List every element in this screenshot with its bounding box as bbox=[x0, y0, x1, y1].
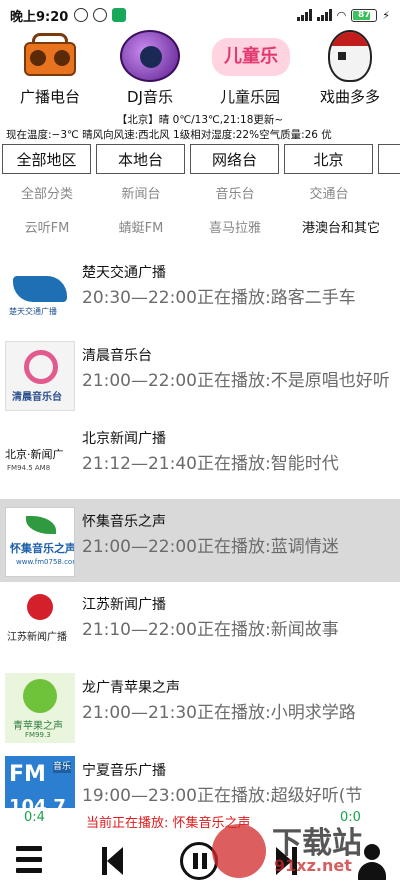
charging-icon: ⚡ bbox=[382, 8, 390, 22]
station-program: 19:00—23:00正在播放:超级好听(节 bbox=[82, 786, 363, 806]
station-logo: FM 音乐 104.7 bbox=[5, 756, 75, 808]
filter-traffic[interactable]: 交通台 bbox=[282, 179, 376, 211]
category-dj[interactable]: DJ音乐 bbox=[100, 30, 200, 108]
filter-news[interactable]: 新闻台 bbox=[94, 179, 188, 211]
player-controls bbox=[0, 832, 400, 888]
station-logo: 青苹果之声 FM99.3 bbox=[5, 673, 75, 743]
weather-summary: 【北京】晴 0℃/13℃,21:18更新~ bbox=[116, 114, 284, 126]
region-more-button[interactable] bbox=[378, 144, 400, 174]
station-name: 北京新闻广播 bbox=[82, 431, 166, 447]
signal-icon bbox=[296, 9, 312, 21]
station-name: 宁夏音乐广播 bbox=[82, 763, 166, 779]
user-icon[interactable] bbox=[350, 838, 394, 882]
category-label: 戏曲多多 bbox=[319, 88, 380, 106]
station-name: 清晨音乐台 bbox=[82, 348, 152, 364]
filter-hk-macau-tw[interactable]: 港澳台和其它 bbox=[282, 213, 400, 245]
category-kids[interactable]: 儿童乐 儿童乐园 bbox=[200, 30, 300, 108]
weather-detail: 现在温度:−3℃ 晴风向风速:西北风 1级相对湿度:22%空气质量:26 优 bbox=[6, 129, 332, 141]
region-online-button[interactable]: 网络台 bbox=[190, 144, 279, 174]
dj-disc-icon bbox=[118, 30, 182, 82]
station-logo: 江苏新闻广播 bbox=[5, 590, 75, 660]
menu-icon[interactable] bbox=[10, 838, 54, 882]
station-logo: 怀集音乐之声 www.fm0758.com bbox=[5, 507, 75, 577]
region-beijing-button[interactable]: 北京 bbox=[284, 144, 373, 174]
station-logo: 北京·新闻广 FM94.5 AM8 bbox=[5, 424, 75, 494]
station-row[interactable]: 青苹果之声 FM99.3 龙广青苹果之声 21:00—21:30正在播放:小明求学… bbox=[0, 665, 400, 748]
station-row[interactable]: 楚天交通广播 楚天交通广播 20:30—22:00正在播放:路客二手车 bbox=[0, 250, 400, 333]
station-name: 怀集音乐之声 bbox=[82, 514, 166, 530]
filter-all-categories[interactable]: 全部分类 bbox=[0, 179, 94, 211]
category-bar: 广播电台 DJ音乐 儿童乐 儿童乐园 戏曲多多 bbox=[0, 30, 400, 108]
station-program: 21:12—21:40正在播放:智能时代 bbox=[82, 454, 339, 474]
filter-ximalaya[interactable]: 喜马拉雅 bbox=[188, 213, 282, 245]
station-row[interactable]: 北京·新闻广 FM94.5 AM8 北京新闻广播 21:12—21:40正在播放:… bbox=[0, 416, 400, 499]
region-local-button[interactable]: 本地台 bbox=[96, 144, 185, 174]
station-logo: 楚天交通广播 bbox=[5, 258, 75, 328]
filter-music[interactable]: 音乐台 bbox=[188, 179, 282, 211]
now-playing-text: 当前正在播放: 怀集音乐之声 bbox=[86, 816, 251, 831]
status-bar: 晚上9:20 ◠ 87 ⚡ bbox=[0, 0, 400, 30]
category-filter-row: 全部分类 新闻台 音乐台 交通台 bbox=[0, 179, 400, 211]
station-row[interactable]: FM 音乐 104.7 宁夏音乐广播 19:00—23:00正在播放:超级好听(节 bbox=[0, 748, 400, 808]
station-name: 江苏新闻广播 bbox=[82, 597, 166, 613]
station-program: 21:00—21:30正在播放:小明求学路 bbox=[82, 703, 356, 723]
status-time: 晚上9:20 bbox=[10, 9, 69, 25]
alarm-icon bbox=[74, 8, 89, 22]
category-label: DJ音乐 bbox=[127, 88, 173, 106]
total-time: 0:0 bbox=[340, 810, 361, 825]
clock-icon bbox=[93, 8, 108, 22]
status-right: ◠ 87 ⚡ bbox=[296, 8, 390, 22]
station-list[interactable]: 楚天交通广播 楚天交通广播 20:30—22:00正在播放:路客二手车 清晨音乐… bbox=[0, 250, 400, 808]
previous-icon[interactable] bbox=[96, 838, 140, 882]
station-row-selected[interactable]: 怀集音乐之声 www.fm0758.com 怀集音乐之声 21:00—22:00正… bbox=[0, 499, 400, 582]
category-opera[interactable]: 戏曲多多 bbox=[300, 30, 400, 108]
kids-icon: 儿童乐 bbox=[212, 30, 290, 82]
source-filter-row: 云听FM 蜻蜓FM 喜马拉雅 港澳台和其它 bbox=[0, 213, 400, 245]
opera-mask-icon bbox=[318, 30, 382, 82]
region-tabs: 全部地区 本地台 网络台 北京 bbox=[2, 144, 400, 176]
radio-icon bbox=[18, 30, 82, 82]
shield-icon bbox=[112, 8, 127, 22]
battery-icon: 87 bbox=[351, 8, 378, 22]
elapsed-time: 0:4 bbox=[24, 810, 45, 825]
category-label: 儿童乐园 bbox=[219, 88, 280, 106]
category-radio[interactable]: 广播电台 bbox=[0, 30, 100, 108]
station-program: 21:00—22:00正在播放:不是原唱也好听 bbox=[82, 371, 390, 391]
station-program: 21:00—22:00正在播放:蓝调情迷 bbox=[82, 537, 339, 557]
station-row[interactable]: 清晨音乐台 清晨音乐台 21:00—22:00正在播放:不是原唱也好听 bbox=[0, 333, 400, 416]
filter-qingting[interactable]: 蜻蜓FM bbox=[94, 213, 188, 245]
wifi-icon: ◠ bbox=[336, 8, 347, 22]
category-label: 广播电台 bbox=[19, 88, 80, 106]
now-playing-bar: 0:4 当前正在播放: 怀集音乐之声 0:0 bbox=[0, 808, 400, 831]
station-program: 20:30—22:00正在播放:路客二手车 bbox=[82, 288, 356, 308]
station-name: 龙广青苹果之声 bbox=[82, 680, 180, 696]
next-icon[interactable] bbox=[268, 838, 312, 882]
signal-icon-2 bbox=[316, 9, 332, 21]
station-name: 楚天交通广播 bbox=[82, 265, 166, 281]
station-row[interactable]: 江苏新闻广播 江苏新闻广播 21:10—22:00正在播放:新闻故事 bbox=[0, 582, 400, 665]
region-all-button[interactable]: 全部地区 bbox=[2, 144, 91, 174]
station-logo: 清晨音乐台 bbox=[5, 341, 75, 411]
station-program: 21:10—22:00正在播放:新闻故事 bbox=[82, 620, 339, 640]
pause-icon[interactable] bbox=[178, 838, 222, 882]
filter-yunting[interactable]: 云听FM bbox=[0, 213, 94, 245]
